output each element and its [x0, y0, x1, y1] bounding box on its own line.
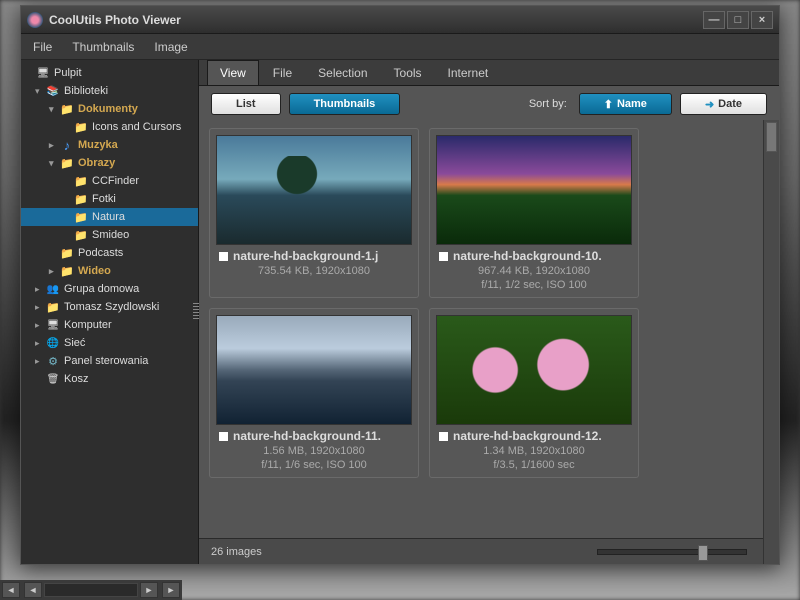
thumbnail-card[interactable]: nature-hd-background-1.j 735.54 KB, 1920…: [209, 128, 419, 298]
tab-view[interactable]: View: [207, 60, 259, 85]
tree-biblioteki[interactable]: ▾Biblioteki: [21, 82, 198, 100]
thumbnail-checkbox[interactable]: [218, 251, 229, 262]
zoom-slider[interactable]: [597, 549, 747, 555]
arrow-up-icon: [604, 98, 613, 111]
tab-tools[interactable]: Tools: [382, 61, 434, 85]
library-icon: [45, 84, 61, 98]
slider-knob[interactable]: [698, 545, 708, 561]
folder-icon: [59, 264, 75, 278]
thumbnail-name: nature-hd-background-1.j: [233, 249, 410, 263]
tree-podcasts[interactable]: Podcasts: [21, 244, 198, 262]
tree-siec[interactable]: ▸Sieć: [21, 334, 198, 352]
tree-smideo[interactable]: Smideo: [21, 226, 198, 244]
thumbnail-image[interactable]: [436, 135, 632, 245]
arrow-right-icon: [705, 98, 714, 111]
tree-grupa[interactable]: ▸Grupa domowa: [21, 280, 198, 298]
tree-muzyka[interactable]: ▸Muzyka: [21, 136, 198, 154]
group-icon: [45, 282, 61, 296]
minimize-button[interactable]: —: [703, 11, 725, 29]
thumbnail-name: nature-hd-background-10.: [453, 249, 630, 263]
app-icon: [27, 12, 43, 28]
sort-name-button[interactable]: Name: [579, 93, 672, 115]
app-title: CoolUtils Photo Viewer: [49, 13, 703, 27]
folder-icon: [59, 246, 75, 260]
image-count: 26 images: [211, 546, 597, 558]
thumbnail-info: 967.44 KB, 1920x1080: [438, 265, 630, 277]
thumbnail-checkbox[interactable]: [438, 431, 449, 442]
bottom-scrollbar: ◄ ◄ ► ►: [0, 580, 182, 600]
statusbar: 26 images: [199, 538, 779, 564]
thumbnail-grid: nature-hd-background-1.j 735.54 KB, 1920…: [199, 122, 779, 538]
thumbnail-image[interactable]: [436, 315, 632, 425]
scrollbar-thumb[interactable]: [766, 122, 777, 152]
thumbnail-card[interactable]: nature-hd-background-12. 1.34 MB, 1920x1…: [429, 308, 639, 478]
thumbnail-exif: f/3.5, 1/1600 sec: [438, 459, 630, 471]
thumbnail-image[interactable]: [216, 315, 412, 425]
folder-tree-sidebar: Pulpit ▾Biblioteki ▾Dokumenty Icons and …: [21, 60, 199, 564]
tree-natura[interactable]: Natura: [21, 208, 198, 226]
toolbar: List Thumbnails Sort by: Name Date: [199, 86, 779, 122]
thumbnail-info: 1.56 MB, 1920x1080: [218, 445, 410, 457]
tree-pulpit[interactable]: Pulpit: [21, 64, 198, 82]
thumbnail-image[interactable]: [216, 135, 412, 245]
thumbnail-checkbox[interactable]: [218, 431, 229, 442]
scroll-right-button[interactable]: ►: [140, 582, 158, 598]
scroll-left-button[interactable]: ◄: [2, 582, 20, 598]
thumbnails-view-button[interactable]: Thumbnails: [289, 93, 401, 115]
tree-ccfinder[interactable]: CCFinder: [21, 172, 198, 190]
menu-image[interactable]: Image: [154, 40, 187, 54]
thumbnail-exif: f/11, 1/2 sec, ISO 100: [438, 279, 630, 291]
menu-thumbnails[interactable]: Thumbnails: [72, 40, 134, 54]
thumbnail-card[interactable]: nature-hd-background-10. 967.44 KB, 1920…: [429, 128, 639, 298]
tree-tomasz[interactable]: ▸Tomasz Szydlowski: [21, 298, 198, 316]
scroll-right-button[interactable]: ►: [162, 582, 180, 598]
tree-kosz[interactable]: Kosz: [21, 370, 198, 388]
app-window: CoolUtils Photo Viewer — □ × File Thumbn…: [20, 5, 780, 565]
sort-by-label: Sort by:: [529, 98, 567, 110]
folder-icon: [45, 300, 61, 314]
thumbnail-checkbox[interactable]: [438, 251, 449, 262]
tree-panel[interactable]: ▸Panel sterowania: [21, 352, 198, 370]
tab-selection[interactable]: Selection: [306, 61, 379, 85]
tree-icons-cursors[interactable]: Icons and Cursors: [21, 118, 198, 136]
close-button[interactable]: ×: [751, 11, 773, 29]
thumbnail-info: 1.34 MB, 1920x1080: [438, 445, 630, 457]
computer-icon: [45, 318, 61, 332]
vertical-scrollbar[interactable]: [763, 120, 779, 564]
main-tabs: View File Selection Tools Internet: [199, 60, 779, 86]
tab-file[interactable]: File: [261, 61, 304, 85]
network-icon: [45, 336, 61, 350]
monitor-icon: [35, 66, 51, 80]
main-panel: View File Selection Tools Internet List …: [199, 60, 779, 564]
scroll-left-button[interactable]: ◄: [24, 582, 42, 598]
thumbnail-card[interactable]: nature-hd-background-11. 1.56 MB, 1920x1…: [209, 308, 419, 478]
scroll-track[interactable]: [44, 583, 138, 597]
folder-icon: [73, 228, 89, 242]
titlebar[interactable]: CoolUtils Photo Viewer — □ ×: [21, 6, 779, 34]
thumbnail-name: nature-hd-background-12.: [453, 429, 630, 443]
list-view-button[interactable]: List: [211, 93, 281, 115]
thumbnail-name: nature-hd-background-11.: [233, 429, 410, 443]
folder-icon: [73, 120, 89, 134]
tree-komputer[interactable]: ▸Komputer: [21, 316, 198, 334]
folder-icon: [73, 174, 89, 188]
thumbnail-exif: f/11, 1/6 sec, ISO 100: [218, 459, 410, 471]
folder-icon: [73, 210, 89, 224]
music-icon: [59, 138, 75, 152]
menubar: File Thumbnails Image: [21, 34, 779, 60]
maximize-button[interactable]: □: [727, 11, 749, 29]
folder-icon: [59, 102, 75, 116]
tree-fotki[interactable]: Fotki: [21, 190, 198, 208]
folder-icon: [73, 192, 89, 206]
tree-dokumenty[interactable]: ▾Dokumenty: [21, 100, 198, 118]
trash-icon: [45, 372, 61, 386]
folder-icon: [59, 156, 75, 170]
tree-wideo[interactable]: ▸Wideo: [21, 262, 198, 280]
menu-file[interactable]: File: [33, 40, 52, 54]
tree-obrazy[interactable]: ▾Obrazy: [21, 154, 198, 172]
thumbnail-info: 735.54 KB, 1920x1080: [218, 265, 410, 277]
tab-internet[interactable]: Internet: [436, 61, 501, 85]
sort-date-button[interactable]: Date: [680, 93, 767, 115]
control-panel-icon: [45, 354, 61, 368]
